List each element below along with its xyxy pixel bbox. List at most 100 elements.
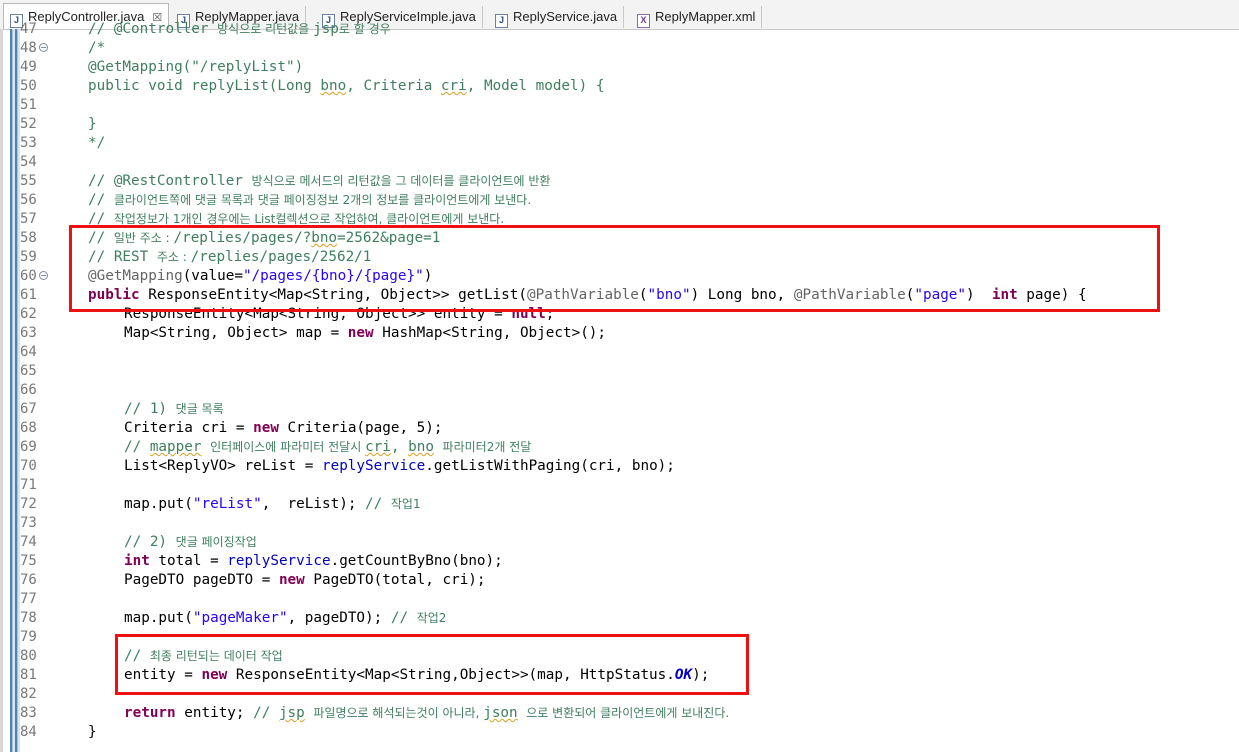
code-line-74[interactable]: 74 // 2) 댓글 페이징작업: [0, 533, 1239, 552]
code-token: public void replyList(Long: [88, 78, 321, 94]
code-text: }: [88, 723, 97, 742]
line-number: 68: [20, 420, 37, 436]
code-line-72[interactable]: 72 map.put("reList", reList); // 작업1: [0, 495, 1239, 514]
code-token: PageDTO pageDTO =: [124, 572, 279, 588]
code-token: cri: [440, 78, 467, 94]
code-token: , Criteria: [346, 78, 441, 94]
code-token: .getListWithPaging(cri, bno);: [425, 458, 675, 474]
code-line-75[interactable]: 75 int total = replyService.getCountByBno…: [0, 552, 1239, 571]
code-token: 클라이언트쪽에 댓글 목록과 댓글 페이징정보 2개의 정보를 클라이언트에게 …: [113, 193, 532, 207]
code-token: replyService: [321, 458, 426, 474]
code-text: PageDTO pageDTO = new PageDTO(total, cri…: [124, 571, 486, 590]
code-line-52[interactable]: 52}: [0, 115, 1239, 134]
code-text: int total = replyService.getCountByBno(b…: [124, 552, 503, 571]
code-text: /*: [88, 39, 105, 58]
code-token: return: [124, 705, 176, 721]
code-token: // @RestController: [88, 173, 252, 189]
code-text: // @RestController 방식으로 메서드의 리턴값을 그 데이터를…: [88, 172, 550, 191]
code-token: , reList);: [261, 496, 366, 512]
line-number: 82: [20, 686, 37, 702]
fold-collapse-icon[interactable]: −: [39, 271, 48, 280]
code-token: 작업정보가 1개인 경우에는 List컬렉션으로 작업하여, 클라이언트에게 보…: [113, 212, 505, 226]
code-token: 로 할 경우: [338, 22, 391, 36]
code-text: // 1) 댓글 목록: [124, 400, 224, 419]
code-token: //: [253, 705, 279, 721]
line-number: 74: [20, 534, 37, 550]
code-line-48[interactable]: 48−/*: [0, 39, 1239, 58]
code-text: // mapper 인터페이스에 파라미터 전달시 cri, bno 파라미터2…: [124, 438, 531, 457]
code-text: public void replyList(Long bno, Criteria…: [88, 77, 604, 96]
code-token: map.put(: [124, 610, 193, 626]
line-number: 61: [20, 287, 37, 303]
code-token: }: [88, 116, 97, 132]
line-number: 59: [20, 249, 37, 265]
line-number: 81: [20, 667, 37, 683]
code-text: @GetMapping("/replyList"): [88, 58, 303, 77]
code-token: , pageDTO);: [287, 610, 391, 626]
code-line-78[interactable]: 78 map.put("pageMaker", pageDTO); // 작업2: [0, 609, 1239, 628]
line-number: 80: [20, 648, 37, 664]
code-line-70[interactable]: 70 List<ReplyVO> reList = replyService.ge…: [0, 457, 1239, 476]
code-line-77[interactable]: 77: [0, 590, 1239, 609]
code-token: int: [124, 553, 150, 569]
line-number: 84: [20, 724, 37, 740]
code-token: new: [347, 325, 374, 341]
code-line-68[interactable]: 68 Criteria cri = new Criteria(page, 5);: [0, 419, 1239, 438]
code-line-66[interactable]: 66: [0, 381, 1239, 400]
code-line-50[interactable]: 50 public void replyList(Long bno, Criter…: [0, 77, 1239, 96]
code-token: total =: [149, 553, 228, 569]
line-number: 49: [20, 59, 37, 75]
code-line-76[interactable]: 76 PageDTO pageDTO = new PageDTO(total, c…: [0, 571, 1239, 590]
line-number: 54: [20, 154, 37, 170]
code-text: map.put("reList", reList); // 작업1: [124, 495, 421, 514]
code-token: , Model model) {: [466, 78, 605, 94]
code-token: cri: [365, 439, 391, 455]
code-line-55[interactable]: 55 // @RestController 방식으로 메서드의 리턴값을 그 데이…: [0, 172, 1239, 191]
code-line-84[interactable]: 84}: [0, 723, 1239, 742]
code-line-56[interactable]: 56 // 클라이언트쪽에 댓글 목록과 댓글 페이징정보 2개의 정보를 클라이…: [0, 191, 1239, 210]
code-token: 인터페이스에 파라미터 전달시: [210, 440, 366, 454]
code-text: map.put("pageMaker", pageDTO); // 작업2: [124, 609, 446, 628]
code-line-83[interactable]: 83 return entity; // jsp 파일명으로 해석되는것이 아니라…: [0, 704, 1239, 723]
code-token: 파라미터2개 전달: [442, 440, 532, 454]
code-line-53[interactable]: 53 */: [0, 134, 1239, 153]
code-line-67[interactable]: 67 // 1) 댓글 목록: [0, 400, 1239, 419]
code-token: // 2): [124, 534, 176, 550]
code-token: map.put(: [124, 496, 193, 512]
code-token: HashMap<String, Object>();: [373, 325, 607, 341]
code-line-54[interactable]: 54: [0, 153, 1239, 172]
line-number: 58: [20, 230, 37, 246]
code-token: Criteria(page, 5);: [278, 420, 443, 436]
line-number: 75: [20, 553, 37, 569]
line-number: 47: [20, 21, 37, 37]
fold-collapse-icon[interactable]: −: [39, 43, 48, 52]
line-number: 72: [20, 496, 37, 512]
code-token: "reList": [192, 496, 262, 512]
code-token: List<ReplyVO> reList =: [124, 458, 322, 474]
code-line-65[interactable]: 65: [0, 362, 1239, 381]
line-number: 78: [20, 610, 37, 626]
line-number: 64: [20, 344, 37, 360]
code-token: bno: [320, 78, 347, 94]
line-number: 51: [20, 97, 37, 113]
code-line-73[interactable]: 73: [0, 514, 1239, 533]
code-token: 파일명으로 해석되는것이 아니라,: [313, 706, 484, 720]
code-line-47[interactable]: 47 // @Controller 방식으로 리턴값을 jsp로 할 경우: [0, 20, 1239, 39]
code-token: //: [124, 439, 150, 455]
line-number: 73: [20, 515, 37, 531]
line-number: 83: [20, 705, 37, 721]
code-line-49[interactable]: 49 @GetMapping("/replyList"): [0, 58, 1239, 77]
code-line-51[interactable]: 51: [0, 96, 1239, 115]
highlight-box-request-mapping: [69, 225, 1160, 312]
code-line-69[interactable]: 69 // mapper 인터페이스에 파라미터 전달시 cri, bno 파라미…: [0, 438, 1239, 457]
code-line-63[interactable]: 63 Map<String, Object> map = new HashMap<…: [0, 324, 1239, 343]
code-text: */: [88, 134, 105, 153]
code-line-64[interactable]: 64: [0, 343, 1239, 362]
code-token: 으로 변환되어 클라이언트에게 보내진다.: [526, 706, 730, 720]
code-line-71[interactable]: 71: [0, 476, 1239, 495]
highlight-box-response-entity: [115, 634, 749, 695]
code-token: 방식으로 메서드의 리턴값을 그 데이터를 클라이언트에 반환: [251, 174, 551, 188]
code-token: jsp: [278, 705, 305, 721]
